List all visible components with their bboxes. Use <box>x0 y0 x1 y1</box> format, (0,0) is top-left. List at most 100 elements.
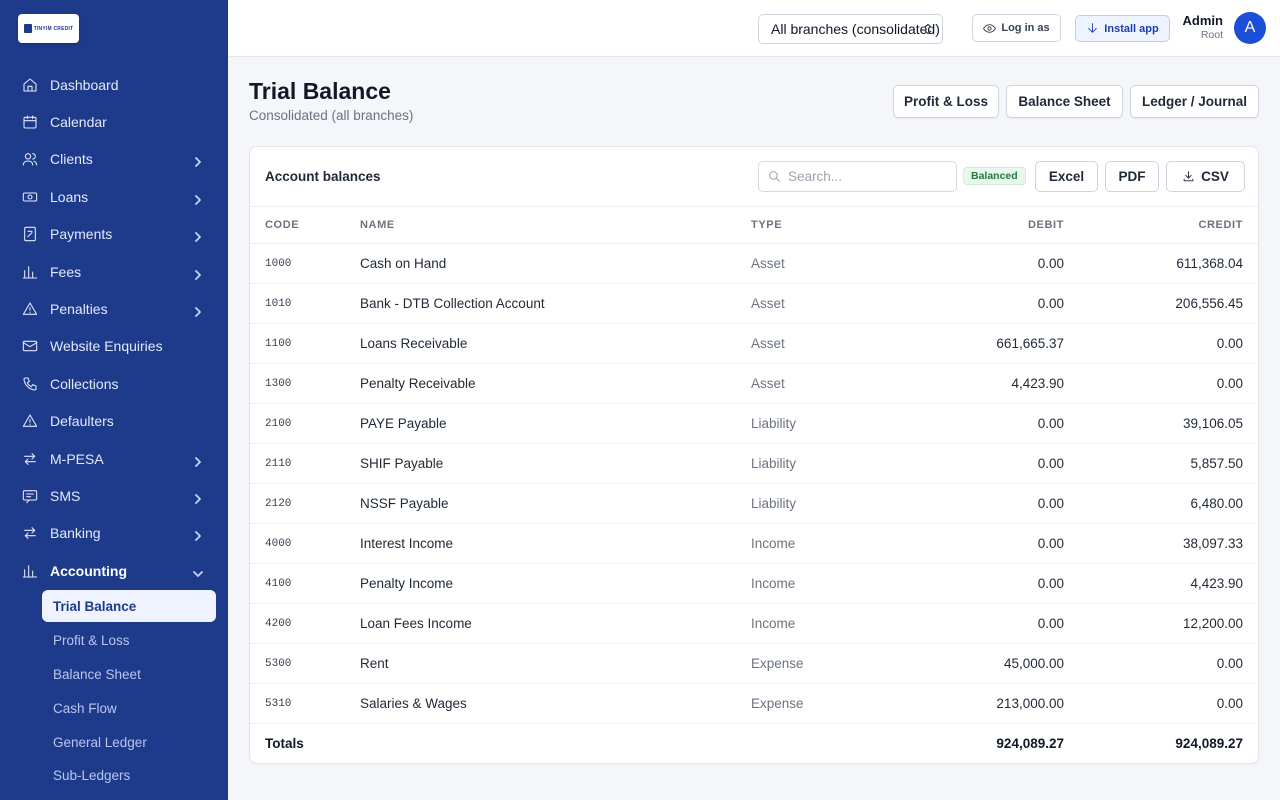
ledger-journal-button[interactable]: Ledger / Journal <box>1130 85 1259 118</box>
transfer-icon <box>22 525 38 541</box>
cell-type: Asset <box>751 363 921 404</box>
sidebar-item-loans[interactable]: Loans <box>0 178 228 215</box>
transfer-icon <box>22 451 38 467</box>
cell-debit: 0.00 <box>921 603 1064 644</box>
table-row[interactable]: 4100 Penalty Income Income 0.00 4,423.90 <box>250 563 1258 604</box>
cell-name: Rent <box>360 643 751 684</box>
search-input[interactable] <box>788 169 948 184</box>
profit-loss-button[interactable]: Profit & Loss <box>893 85 999 118</box>
cell-credit: 6,480.00 <box>1064 483 1258 524</box>
subnav-item-general-ledger[interactable]: General Ledger <box>42 725 216 759</box>
table-row[interactable]: 1010 Bank - DTB Collection Account Asset 0.… <box>250 283 1258 324</box>
install-app-button[interactable]: Install app <box>1075 15 1170 42</box>
subnav-item-sub-ledgers[interactable]: Sub-Ledgers <box>42 759 216 793</box>
sidebar-item-accounting[interactable]: Accounting <box>0 552 228 589</box>
sidebar-item-label: Calendar <box>50 114 107 131</box>
warning-icon <box>22 301 38 317</box>
chevron-right-icon <box>193 304 203 317</box>
col-header-code[interactable]: CODE <box>250 206 360 244</box>
sidebar-item-payments[interactable]: Payments <box>0 216 228 253</box>
csv-export-button[interactable]: CSV <box>1166 161 1245 192</box>
sidebar: TINYIM CREDIT Dashboard Calendar Clients Lo… <box>0 0 228 800</box>
cell-code: 4200 <box>250 603 360 644</box>
balance-sheet-button[interactable]: Balance Sheet <box>1006 85 1123 118</box>
excel-export-button[interactable]: Excel <box>1035 161 1098 192</box>
cell-debit: 0.00 <box>921 243 1064 284</box>
sidebar-item-defaulters[interactable]: Defaulters <box>0 403 228 440</box>
brand-logo[interactable]: TINYIM CREDIT <box>18 14 79 43</box>
cell-code: 1010 <box>250 283 360 324</box>
cell-name: PAYE Payable <box>360 403 751 444</box>
table-row[interactable]: 5300 Rent Expense 45,000.00 0.00 <box>250 643 1258 684</box>
branch-select-value: All branches (consolidated) <box>771 21 940 37</box>
calendar-icon <box>22 114 38 130</box>
sidebar-item-label: Dashboard <box>50 76 119 93</box>
col-header-type[interactable]: TYPE <box>751 206 921 244</box>
subnav-item-cash-flow[interactable]: Cash Flow <box>42 691 216 725</box>
col-header-name[interactable]: NAME <box>360 206 751 244</box>
sidebar-item-sms[interactable]: SMS <box>0 477 228 514</box>
sidebar-item-collections[interactable]: Collections <box>0 365 228 402</box>
totals-credit: 924,089.27 <box>1064 723 1258 764</box>
table-row[interactable]: 4000 Interest Income Income 0.00 38,097.33 <box>250 523 1258 564</box>
table-row[interactable]: 5310 Salaries & Wages Expense 213,000.00 0.0… <box>250 683 1258 724</box>
cell-credit: 0.00 <box>1064 363 1258 404</box>
col-header-credit[interactable]: CREDIT <box>1064 206 1258 244</box>
subnav-item-profit-loss[interactable]: Profit & Loss <box>42 624 216 658</box>
sidebar-item-label: Penalties <box>50 301 108 318</box>
sidebar-item-clients[interactable]: Clients <box>0 141 228 178</box>
sidebar-item-label: Payments <box>50 226 113 243</box>
table-row[interactable]: 2100 PAYE Payable Liability 0.00 39,106.05 <box>250 403 1258 444</box>
col-header-debit[interactable]: DEBIT <box>921 206 1064 244</box>
sidebar-item-penalties[interactable]: Penalties <box>0 290 228 327</box>
cell-name: Cash on Hand <box>360 243 751 284</box>
top-bar: All branches (consolidated) Log in as In… <box>228 0 1280 57</box>
sidebar-item-website-enquiries[interactable]: Website Enquiries <box>0 328 228 365</box>
select-caret-icon <box>924 24 932 34</box>
status-badge: Balanced <box>963 167 1026 185</box>
log-in-as-button[interactable]: Log in as <box>972 14 1061 42</box>
cell-type: Expense <box>751 643 921 684</box>
download-arrow-icon <box>1088 23 1098 33</box>
cell-type: Liability <box>751 443 921 484</box>
sidebar-item-label: Website Enquiries <box>50 338 163 355</box>
pdf-export-button[interactable]: PDF <box>1105 161 1159 192</box>
table-row[interactable]: 2110 SHIF Payable Liability 0.00 5,857.50 <box>250 443 1258 484</box>
search-box[interactable] <box>758 161 957 192</box>
cell-credit: 0.00 <box>1064 323 1258 364</box>
cell-name: Salaries & Wages <box>360 683 751 724</box>
avatar[interactable]: A <box>1234 12 1266 44</box>
table-row[interactable]: 1300 Penalty Receivable Asset 4,423.90 0.00 <box>250 363 1258 404</box>
sidebar-item-banking[interactable]: Banking <box>0 515 228 552</box>
table-row[interactable]: 4200 Loan Fees Income Income 0.00 12,200.00 <box>250 603 1258 644</box>
table-row[interactable]: 2120 NSSF Payable Liability 0.00 6,480.00 <box>250 483 1258 524</box>
cell-type: Liability <box>751 483 921 524</box>
table-row[interactable]: 1100 Loans Receivable Asset 661,665.37 0.00 <box>250 323 1258 364</box>
sidebar-item-fees[interactable]: Fees <box>0 253 228 290</box>
cell-debit: 213,000.00 <box>921 683 1064 724</box>
table-row[interactable]: 1000 Cash on Hand Asset 0.00 611,368.04 <box>250 243 1258 284</box>
chevron-right-icon <box>193 267 203 280</box>
cell-code: 1100 <box>250 323 360 364</box>
totals-row: Totals 924,089.27 924,089.27 <box>250 723 1258 764</box>
cell-credit: 206,556.45 <box>1064 283 1258 324</box>
cell-debit: 0.00 <box>921 483 1064 524</box>
sidebar-item-label: SMS <box>50 487 81 504</box>
sidebar-item-dashboard[interactable]: Dashboard <box>0 66 228 103</box>
cell-debit: 0.00 <box>921 283 1064 324</box>
mail-icon <box>22 338 38 354</box>
sidebar-item-label: Clients <box>50 151 93 168</box>
subnav-item-balance-sheet[interactable]: Balance Sheet <box>42 658 216 692</box>
sidebar-item-calendar[interactable]: Calendar <box>0 103 228 140</box>
sidebar-item-m-pesa[interactable]: M-PESA <box>0 440 228 477</box>
subnav-item-trial-balance[interactable]: Trial Balance <box>42 590 216 622</box>
cell-debit: 4,423.90 <box>921 363 1064 404</box>
chevron-right-icon <box>193 454 203 467</box>
branch-select[interactable]: All branches (consolidated) <box>758 14 943 44</box>
totals-label: Totals <box>250 723 360 764</box>
banknote-icon <box>22 189 38 205</box>
cell-name: SHIF Payable <box>360 443 751 484</box>
cell-name: Loans Receivable <box>360 323 751 364</box>
cell-code: 5300 <box>250 643 360 684</box>
eye-icon <box>983 23 997 33</box>
